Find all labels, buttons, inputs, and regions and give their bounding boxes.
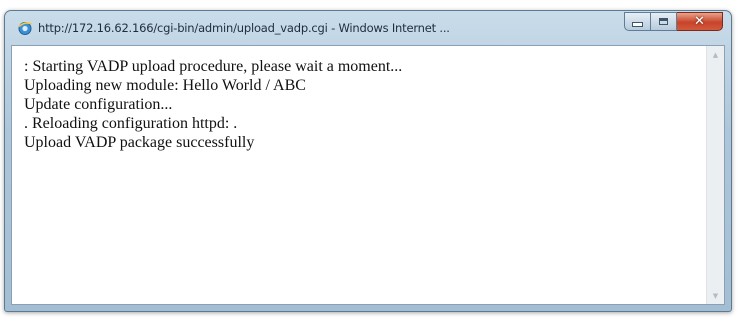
vertical-scrollbar[interactable]: ▲ ▼	[706, 46, 724, 304]
window-controls: ✕	[624, 12, 723, 32]
output-line: Upload VADP package successfully	[24, 134, 255, 151]
output-line: : Starting VADP upload procedure, please…	[24, 58, 403, 75]
title-bar[interactable]: http://172.16.62.166/cgi-bin/admin/uploa…	[5, 11, 731, 45]
scroll-up-arrow-icon[interactable]: ▲	[707, 46, 724, 63]
close-button[interactable]: ✕	[677, 12, 723, 31]
upload-output: : Starting VADP upload procedure, please…	[24, 57, 704, 152]
maximize-icon	[659, 18, 668, 25]
output-line: . Reloading configuration httpd: .	[24, 115, 238, 132]
minimize-button[interactable]	[624, 12, 651, 31]
minimize-icon	[632, 22, 643, 27]
close-icon: ✕	[694, 14, 705, 29]
output-line: Update configuration...	[24, 96, 173, 113]
scroll-down-arrow-icon[interactable]: ▼	[707, 287, 724, 304]
ie-icon	[18, 22, 32, 35]
maximize-button[interactable]	[651, 12, 677, 31]
output-line: Uploading new module: Hello World / ABC	[24, 77, 306, 94]
window-title: http://172.16.62.166/cgi-bin/admin/uploa…	[38, 21, 450, 35]
page-content-area: : Starting VADP upload procedure, please…	[11, 45, 725, 305]
browser-window: http://172.16.62.166/cgi-bin/admin/uploa…	[4, 10, 732, 312]
